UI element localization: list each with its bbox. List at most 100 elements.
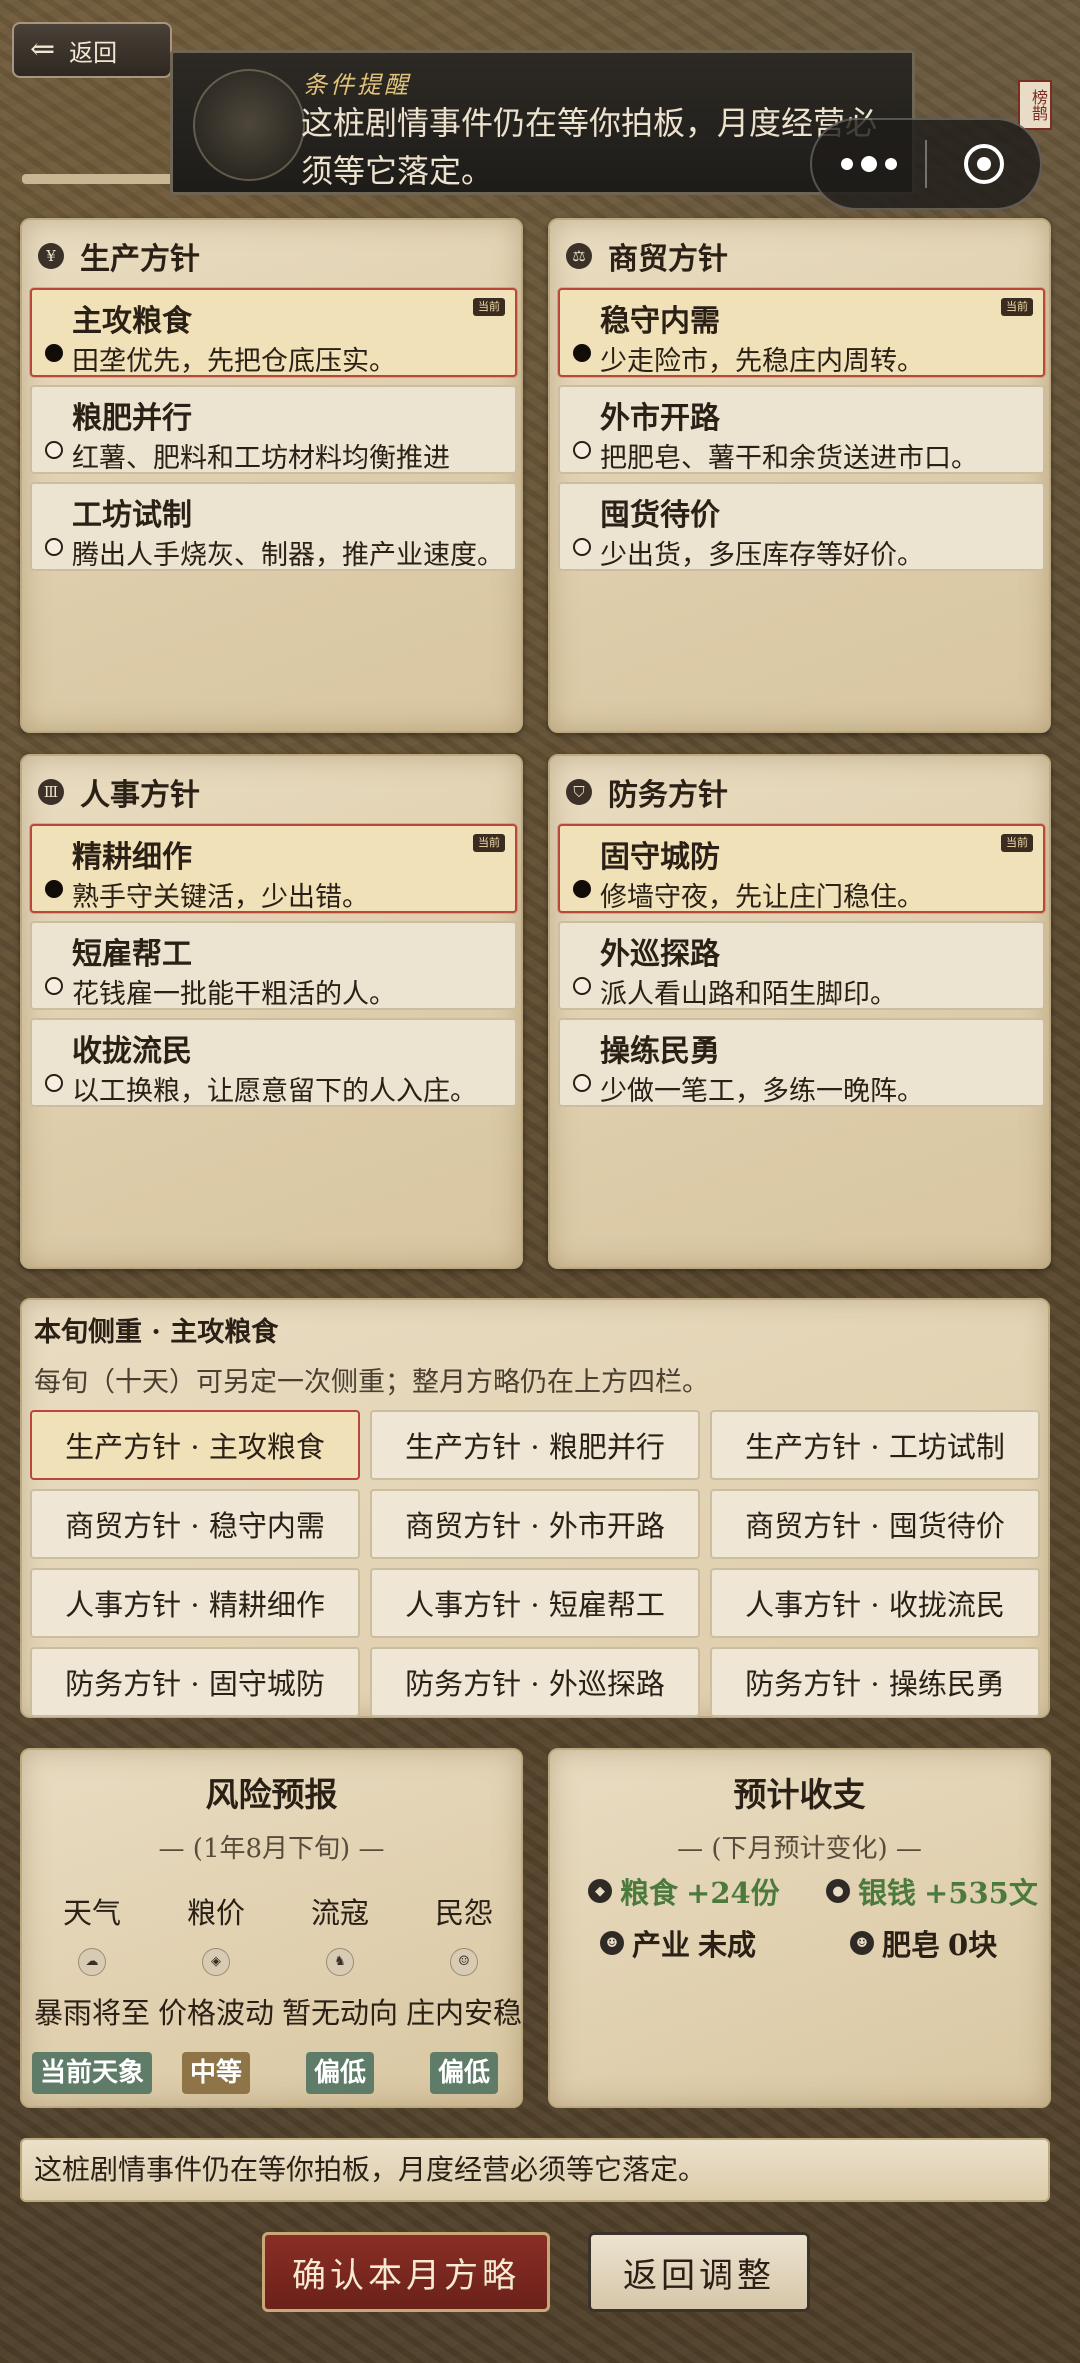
radio-unselected <box>45 1074 63 1092</box>
radio-unselected <box>45 538 63 556</box>
panel-header: ⛉ 防务方针 <box>566 770 728 814</box>
radio-unselected <box>573 1074 591 1092</box>
option-desc: 熟手守关键活，少出错。 <box>72 882 369 913</box>
risk-resentment: 民怨 ☺ 庄内安稳 偏低 <box>402 1890 526 2094</box>
radio-selected <box>573 880 591 898</box>
budget-label: 产业 <box>632 1928 691 1962</box>
option-hire-helpers[interactable]: 短雇帮工 花钱雇一批能干粗活的人。 <box>30 921 517 1010</box>
radio-unselected <box>45 977 63 995</box>
focus-option[interactable]: 商贸方针 · 稳守内需 <box>30 1489 360 1559</box>
scale-icon: ⚖ <box>566 243 592 269</box>
current-tag: 当前 <box>473 834 505 852</box>
return-adjust-button[interactable]: 返回调整 <box>588 2232 810 2312</box>
focus-option[interactable]: 人事方针 · 收拢流民 <box>710 1568 1040 1638</box>
option-workshop-trial[interactable]: 工坊试制 腾出人手烧灰、制器，推产业速度。 <box>30 482 517 571</box>
focus-option[interactable]: 防务方针 · 外巡探路 <box>370 1647 700 1717</box>
current-tag: 当前 <box>473 298 505 316</box>
panel-header: ¥ 生产方针 <box>38 234 200 278</box>
option-hoard-goods[interactable]: 囤货待价 少出货，多压库存等好价。 <box>558 482 1045 571</box>
people-icon: Ⅲ <box>38 779 64 805</box>
focus-option[interactable]: 防务方针 · 操练民勇 <box>710 1647 1040 1717</box>
option-name: 工坊试制 <box>72 498 192 533</box>
risk-grain-price: 粮价 ◈ 价格波动 中等 <box>154 1890 278 2094</box>
option-desc: 花钱雇一批能干粗活的人。 <box>72 979 396 1010</box>
risk-badge: 偏低 <box>429 2052 498 2094</box>
mini-program-capsule <box>810 118 1042 210</box>
header-divider <box>22 174 182 184</box>
focus-desc: 每旬（十天）可另定一次侧重；整月方略仍在上方四栏。 <box>34 1367 709 1398</box>
option-name: 操练民勇 <box>600 1034 720 1069</box>
focus-option[interactable]: 商贸方针 · 囤货待价 <box>710 1489 1040 1559</box>
risk-badge: 中等 <box>181 2052 250 2094</box>
option-name: 短雇帮工 <box>72 937 192 972</box>
horse-rider-icon: ♞ <box>326 1948 354 1976</box>
budget-value: 未成 <box>698 1928 757 1962</box>
seal-stamp: 榜鹊 <box>1018 80 1052 130</box>
more-menu-icon[interactable] <box>812 156 925 172</box>
option-desc: 派人看山路和陌生脚印。 <box>600 979 897 1010</box>
risk-forecast-card: 风险预报 — (1年8月下旬) — 天气 ☁ 暴雨将至 当前天象 粮价 ◈ 价格… <box>20 1748 523 2108</box>
focus-option[interactable]: 人事方针 · 短雇帮工 <box>370 1568 700 1638</box>
option-name: 外市开路 <box>600 401 720 436</box>
option-name: 稳守内需 <box>600 304 720 339</box>
radio-unselected <box>573 977 591 995</box>
risk-label: 民怨 <box>434 1896 493 1930</box>
silver-drop-icon: ● <box>826 1879 850 1903</box>
panel-trade: ⚖ 商贸方针 当前 稳守内需 少走险市，先稳庄内周转。 外市开路 把肥皂、薯干和… <box>548 218 1051 733</box>
option-name: 囤货待价 <box>600 498 720 533</box>
shield-icon: ⛉ <box>566 779 592 805</box>
back-button[interactable]: ⇐ 返回 <box>12 22 172 78</box>
risk-badge: 当前天象 <box>31 2052 152 2094</box>
option-hold-walls[interactable]: 当前 固守城防 修墙守夜，先让庄门稳住。 <box>558 824 1045 913</box>
radio-unselected <box>45 441 63 459</box>
focus-option[interactable]: 商贸方针 · 外市开路 <box>370 1489 700 1559</box>
budget-subtitle: — (下月预计变化) — <box>677 1834 922 1864</box>
risk-badge: 偏低 <box>305 2052 374 2094</box>
budget-value: +535文 <box>924 1876 1038 1910</box>
budget-industry: ☻ 产业 未成 <box>600 1922 756 1964</box>
option-drill-militia[interactable]: 操练民勇 少做一笔工，多练一晚阵。 <box>558 1018 1045 1107</box>
option-stable-internal[interactable]: 当前 稳守内需 少走险市，先稳庄内周转。 <box>558 288 1045 377</box>
budget-forecast-card: 预计收支 — (下月预计变化) — ◆ 粮食 +24份 ● 银钱 +535文 ☻… <box>548 1748 1051 2108</box>
budget-label: 银钱 <box>858 1876 917 1910</box>
panel-production: ¥ 生产方针 当前 主攻粮食 田垄优先，先把仓底压实。 粮肥并行 红薯、肥料和工… <box>20 218 523 733</box>
option-desc: 少做一笔工，多练一晚阵。 <box>600 1076 924 1107</box>
condition-toast: 条件提醒 这桩剧情事件仍在等你拍板，月度经营必须等它落定。 <box>170 50 915 195</box>
radio-selected <box>573 344 591 362</box>
confirm-plan-button[interactable]: 确认本月方略 <box>262 2232 550 2312</box>
risk-label: 天气 <box>62 1896 121 1930</box>
option-name: 收拢流民 <box>72 1034 192 1069</box>
option-patrol-roads[interactable]: 外巡探路 派人看山路和陌生脚印。 <box>558 921 1045 1010</box>
focus-option[interactable]: 防务方针 · 固守城防 <box>30 1647 360 1717</box>
risk-subtitle: — (1年8月下旬) — <box>158 1834 385 1864</box>
industry-icon: ☻ <box>600 1931 624 1955</box>
panel-defense: ⛉ 防务方针 当前 固守城防 修墙守夜，先让庄门稳住。 外巡探路 派人看山路和陌… <box>548 754 1051 1269</box>
focus-option[interactable]: 生产方针 · 工坊试制 <box>710 1410 1040 1480</box>
close-mini-program-icon[interactable] <box>927 144 1040 184</box>
focus-option[interactable]: 人事方针 · 精耕细作 <box>30 1568 360 1638</box>
option-desc: 田垄优先，先把仓底压实。 <box>72 346 396 377</box>
focus-option[interactable]: 生产方针 · 主攻粮食 <box>30 1410 360 1480</box>
radio-unselected <box>573 538 591 556</box>
panel-header: ⚖ 商贸方针 <box>566 234 728 278</box>
panel-title: 人事方针 <box>80 778 200 813</box>
option-food-fertilizer[interactable]: 粮肥并行 红薯、肥料和工坊材料均衡推进 <box>30 385 517 474</box>
option-desc: 红薯、肥料和工坊材料均衡推进 <box>72 443 450 474</box>
back-label: 返回 <box>69 38 118 67</box>
focus-title: 本旬侧重 · 主攻粮食 <box>34 1317 279 1348</box>
option-focus-food[interactable]: 当前 主攻粮食 田垄优先，先把仓底压实。 <box>30 288 517 377</box>
option-name: 主攻粮食 <box>72 304 192 339</box>
option-skilled-work[interactable]: 当前 精耕细作 熟手守关键活，少出错。 <box>30 824 517 913</box>
option-open-market[interactable]: 外市开路 把肥皂、薯干和余货送进市口。 <box>558 385 1045 474</box>
focus-option[interactable]: 生产方针 · 粮肥并行 <box>370 1410 700 1480</box>
option-desc: 把肥皂、薯干和余货送进市口。 <box>600 443 978 474</box>
current-tag: 当前 <box>1001 298 1033 316</box>
current-tag: 当前 <box>1001 834 1033 852</box>
toast-text: 这桩剧情事件仍在等你拍板，月度经营必须等它落定。 <box>301 104 878 190</box>
option-desc: 腾出人手烧灰、制器，推产业速度。 <box>72 540 504 571</box>
option-desc: 以工换粮，让愿意留下的人入庄。 <box>72 1076 477 1107</box>
budget-value: +24份 <box>686 1876 780 1910</box>
risk-value: 暂无动向 <box>281 1996 398 2030</box>
budget-title: 预计收支 <box>733 1775 866 1814</box>
option-gather-refugees[interactable]: 收拢流民 以工换粮，让愿意留下的人入庄。 <box>30 1018 517 1107</box>
